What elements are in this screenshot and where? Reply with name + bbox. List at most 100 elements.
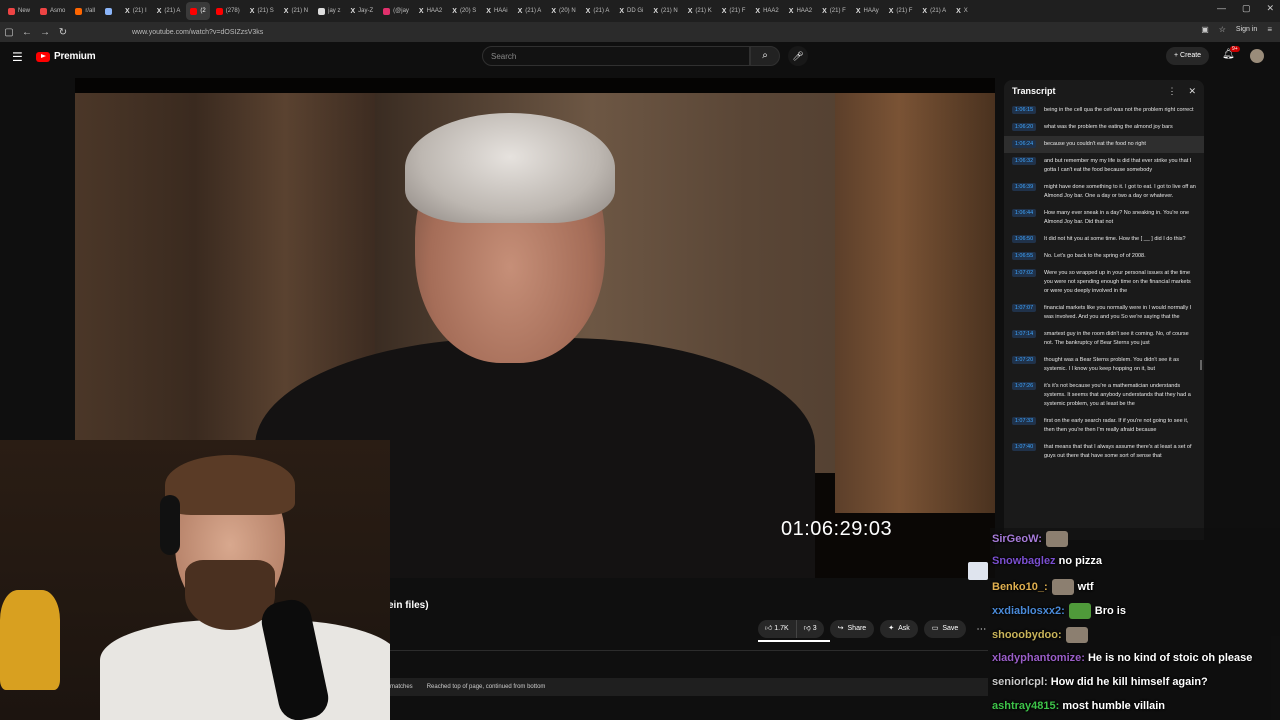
youtube-logo[interactable]: Premium	[36, 51, 96, 62]
browser-tab[interactable]: X (21) S	[246, 2, 278, 20]
bookmark-icon[interactable]: ☆	[1219, 25, 1226, 34]
browser-tab[interactable]: r/all	[71, 2, 99, 20]
browser-tab[interactable]: X HAA2	[785, 2, 816, 20]
close-window-icon[interactable]: ✕	[1266, 3, 1274, 14]
reload-icon[interactable]: ↻	[54, 27, 72, 38]
browser-tab[interactable]: X HAA2	[751, 2, 782, 20]
transcript-segment[interactable]: 1:06:24 because you couldn't eat the food…	[1004, 136, 1204, 153]
browser-tab[interactable]: X (21) F	[818, 2, 850, 20]
transcript-segment[interactable]: 1:07:07 financial markets like you normal…	[1004, 300, 1204, 326]
voice-search-button[interactable]: 🎤︎	[788, 46, 808, 66]
sign-in-button[interactable]: Sign in	[1236, 26, 1257, 33]
share-button[interactable]: ↪ Share	[829, 620, 875, 638]
browser-tab[interactable]: (@jay	[379, 2, 413, 20]
browser-tab[interactable]: X (21) K	[684, 2, 716, 20]
like-button[interactable]: 👍︎ 1.7K	[758, 620, 796, 638]
share-icon: ↪	[837, 625, 844, 632]
browser-tab[interactable]: X HAAy	[852, 2, 883, 20]
segment-timestamp[interactable]: 1:07:26	[1012, 382, 1036, 390]
browser-tab[interactable]: X Jay-Z	[346, 2, 377, 20]
url-field[interactable]: www.youtube.com/watch?v=dOSIZzsV3ks	[132, 29, 263, 36]
browser-tab[interactable]: X (21) F	[718, 2, 750, 20]
segment-timestamp[interactable]: 1:07:20	[1012, 356, 1036, 364]
hamburger-menu-icon[interactable]: ☰	[12, 50, 23, 64]
x-logo-icon: X	[125, 7, 130, 15]
browser-tab[interactable]: X (21) A	[153, 2, 185, 20]
segment-timestamp[interactable]: 1:07:07	[1012, 304, 1036, 312]
browser-tab[interactable]: X (21) I	[121, 2, 151, 20]
transcript-segment[interactable]: 1:06:32 and but remember my my life is di…	[1004, 153, 1204, 179]
browser-tab[interactable]: X DD Gi	[615, 2, 647, 20]
segment-timestamp[interactable]: 1:06:55	[1012, 252, 1036, 260]
transcript-scrollbar[interactable]	[1200, 360, 1202, 370]
browser-tab[interactable]: X (21) A	[514, 2, 546, 20]
browser-tab[interactable]: X (21) A	[582, 2, 614, 20]
transcript-segment[interactable]: 1:07:20 thought was a Bear Sterns problem…	[1004, 352, 1204, 378]
more-actions-icon[interactable]: ⋯	[976, 624, 986, 635]
browser-tab[interactable]: X (21) A	[918, 2, 950, 20]
transcript-segment[interactable]: 1:06:15 being in the cell qua the cell wa…	[1004, 102, 1204, 119]
transcript-segment[interactable]: 1:07:26 it's it's not because you're a ma…	[1004, 378, 1204, 413]
ask-button[interactable]: ✦ Ask	[880, 620, 918, 638]
transcript-segment[interactable]: 1:06:44 How many ever sneak in a day? No …	[1004, 205, 1204, 231]
segment-timestamp[interactable]: 1:06:15	[1012, 106, 1036, 114]
browser-tab[interactable]: (2	[186, 2, 210, 20]
x-logo-icon: X	[517, 7, 523, 15]
search-input[interactable]: Search	[482, 46, 750, 66]
maximize-icon[interactable]: ▢	[1242, 3, 1251, 14]
browser-tab[interactable]: X (21) N	[649, 2, 681, 20]
search-button[interactable]: ⌕	[750, 46, 780, 66]
segment-timestamp[interactable]: 1:06:39	[1012, 183, 1036, 191]
more-options-icon[interactable]: ⋮	[1167, 86, 1176, 97]
chat-text: He is no kind of stoic oh please	[1087, 652, 1253, 664]
chat-username[interactable]: SirGeoW:	[992, 533, 1042, 545]
segment-timestamp[interactable]: 1:07:40	[1012, 443, 1036, 451]
browser-tab[interactable]: X (20) N	[547, 2, 579, 20]
segment-timestamp[interactable]: 1:06:50	[1012, 235, 1036, 243]
menu-icon[interactable]: ≡	[1267, 25, 1272, 34]
chat-username[interactable]: shooobydoo:	[992, 629, 1062, 641]
browser-tab[interactable]: X HAAi	[482, 2, 511, 20]
create-button[interactable]: + Create	[1166, 47, 1210, 65]
extension-icon[interactable]: ▣	[1201, 25, 1209, 34]
chat-username[interactable]: xxdiablosxx2:	[992, 605, 1065, 617]
browser-tab[interactable]: XX	[952, 2, 972, 20]
close-transcript-icon[interactable]: ✕	[1188, 86, 1196, 97]
segment-timestamp[interactable]: 1:06:44	[1012, 209, 1036, 217]
chat-username[interactable]: seniorlcpl:	[992, 676, 1048, 688]
browser-tab[interactable]: New	[4, 2, 34, 20]
transcript-segment[interactable]: 1:07:33 first on the early search radar. …	[1004, 413, 1204, 439]
transcript-segment[interactable]: 1:06:20 what was the problem the eating t…	[1004, 119, 1204, 136]
segment-timestamp[interactable]: 1:06:32	[1012, 157, 1036, 165]
forward-icon[interactable]: →	[36, 27, 54, 38]
browser-tab[interactable]: X (21) F	[885, 2, 917, 20]
segment-timestamp[interactable]: 1:07:33	[1012, 417, 1036, 425]
back-icon[interactable]: ←	[18, 27, 36, 38]
browser-tab[interactable]: jay z	[314, 2, 344, 20]
segment-timestamp[interactable]: 1:07:14	[1012, 330, 1036, 338]
segment-timestamp[interactable]: 1:06:24	[1012, 140, 1036, 148]
segment-timestamp[interactable]: 1:07:02	[1012, 269, 1036, 277]
transcript-segment[interactable]: 1:06:55 No. Let's go back to the spring o…	[1004, 248, 1204, 265]
transcript-segment[interactable]: 1:06:39 might have done something to it. …	[1004, 179, 1204, 205]
browser-tab[interactable]: X (20) S	[448, 2, 480, 20]
chat-username[interactable]: Benko10_:	[992, 581, 1048, 593]
transcript-segment[interactable]: 1:07:40 that means that that I always ass…	[1004, 439, 1204, 465]
browser-tab[interactable]: Asmo	[36, 2, 69, 20]
transcript-segment[interactable]: 1:07:02 Were you so wrapped up in your pe…	[1004, 265, 1204, 300]
browser-tab[interactable]: (278)	[212, 2, 244, 20]
save-button[interactable]: ▭ Save	[923, 620, 967, 638]
minimize-icon[interactable]: —	[1217, 3, 1226, 14]
browser-tab[interactable]: X (21) N	[280, 2, 312, 20]
transcript-segment[interactable]: 1:07:14 smartest guy in the room didn't s…	[1004, 326, 1204, 352]
sidebar-toggle-icon[interactable]: ▢	[0, 27, 18, 38]
chat-username[interactable]: Snowbaglez	[992, 555, 1056, 567]
chat-username[interactable]: ashtray4815:	[992, 700, 1059, 712]
segment-timestamp[interactable]: 1:06:20	[1012, 123, 1036, 131]
chat-username[interactable]: xladyphantomize:	[992, 652, 1085, 664]
account-avatar[interactable]	[1250, 49, 1264, 63]
browser-tab[interactable]	[101, 2, 119, 20]
browser-tab[interactable]: X HAA2	[415, 2, 446, 20]
transcript-segment[interactable]: 1:06:50 It did not hit you at some time. …	[1004, 231, 1204, 248]
dislike-button[interactable]: 👎︎ 3	[795, 620, 824, 638]
